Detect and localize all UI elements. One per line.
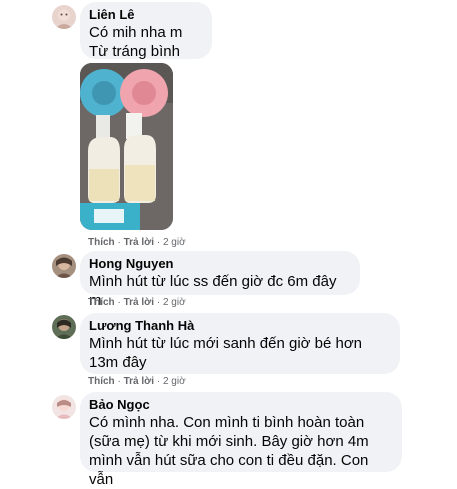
separator: ·: [117, 237, 121, 248]
comment-actions: Thích · Trả lời · 2 giờ: [88, 237, 186, 249]
separator: ·: [156, 297, 161, 308]
comment-bubble: Bảo Ngọc Có mình nha. Con mình ti bình h…: [80, 392, 402, 488]
like-link[interactable]: Thích: [88, 297, 115, 308]
comment-author[interactable]: Lương Thanh Hà: [89, 318, 391, 334]
avatar[interactable]: [52, 254, 76, 278]
reply-link[interactable]: Trả lời: [124, 237, 154, 248]
comment-text-line: Có mình nha. Con mình ti bình hoàn toàn: [89, 414, 365, 431]
timestamp[interactable]: 2 giờ: [163, 237, 186, 248]
comment-text-line: Mình hút từ lúc mới sanh đến giờ bé hơn: [89, 335, 363, 352]
separator: ·: [117, 297, 121, 308]
like-link[interactable]: Thích: [88, 237, 115, 248]
avatar[interactable]: [52, 5, 76, 29]
timestamp[interactable]: 2 giờ: [163, 297, 186, 308]
separator: ·: [156, 237, 161, 248]
avatar[interactable]: [52, 395, 76, 419]
comment-actions: Thích · Trả lời · 2 giờ: [88, 297, 186, 309]
comment-photo-breast-pump[interactable]: [80, 63, 173, 230]
comment-text-line: (sữa mẹ) từ khi mới sinh. Bây giờ hơn 4m: [89, 433, 369, 450]
comment-author[interactable]: Hong Nguyen: [89, 256, 351, 272]
timestamp[interactable]: 2 giờ: [163, 376, 186, 387]
comment-actions: Thích · Trả lời · 2 giờ: [88, 376, 186, 388]
avatar[interactable]: [52, 315, 76, 339]
comment-author[interactable]: Bảo Ngọc: [89, 397, 393, 413]
reply-link[interactable]: Trả lời: [124, 297, 154, 308]
comment-bubble: Liên Lê Có mih nha m Từ tráng bình lên: [80, 2, 212, 79]
reply-link[interactable]: Trả lời: [124, 376, 154, 387]
separator: ·: [117, 376, 121, 387]
comment-bubble: Lương Thanh Hà Mình hút từ lúc mới sanh …: [80, 313, 400, 374]
like-link[interactable]: Thích: [88, 376, 115, 387]
comment-text-line: 13m đây: [89, 354, 147, 371]
comment-bubble: Hong Nguyen Mình hút từ lúc ss đến giờ đ…: [80, 251, 360, 309]
separator: ·: [156, 376, 161, 387]
comment-text-line: Có mih nha m: [89, 24, 183, 41]
comment-author[interactable]: Liên Lê: [89, 7, 203, 23]
